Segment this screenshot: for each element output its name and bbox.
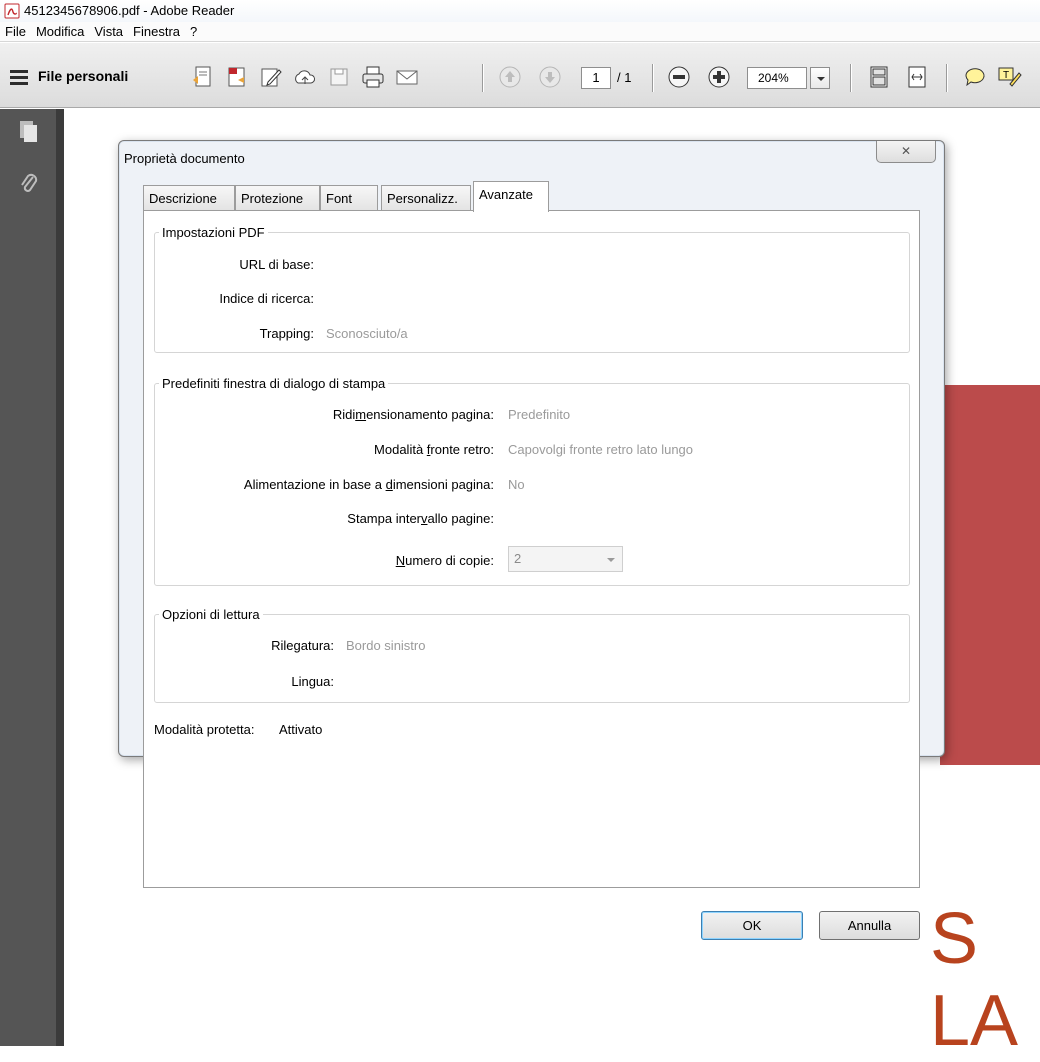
next-page-icon[interactable] xyxy=(537,64,563,90)
zoom-in-icon[interactable] xyxy=(706,64,732,90)
save-icon[interactable] xyxy=(326,64,352,90)
duplex-mode-label: Modalità fronte retro: xyxy=(374,442,494,457)
window-title: 4512345678906.pdf - Adobe Reader xyxy=(24,3,235,18)
menu-hamburger-icon[interactable] xyxy=(10,70,28,85)
window-titlebar: 4512345678906.pdf - Adobe Reader xyxy=(0,0,1040,22)
cloud-upload-icon[interactable] xyxy=(292,64,318,90)
zoom-dropdown-button[interactable] xyxy=(810,67,830,89)
create-pdf-icon[interactable] xyxy=(190,64,216,90)
comment-icon[interactable] xyxy=(962,64,988,90)
tab-panel-avanzate: Impostazioni PDF URL di base: Indice di … xyxy=(143,210,920,888)
page-scaling-value: Predefinito xyxy=(508,407,571,422)
zoom-out-icon[interactable] xyxy=(666,64,692,90)
toolbar: File personali 1 / 1 204% T xyxy=(0,43,1040,108)
export-pdf-icon[interactable] xyxy=(224,64,250,90)
fit-page-icon[interactable] xyxy=(866,64,892,90)
navigation-pane xyxy=(0,109,64,1046)
page-number-input[interactable]: 1 xyxy=(581,67,611,89)
ok-button[interactable]: OK xyxy=(701,911,803,940)
trapping-value: Sconosciuto/a xyxy=(326,326,408,341)
dialog-title: Proprietà documento xyxy=(124,151,245,166)
paper-source-value: No xyxy=(508,477,525,492)
print-icon[interactable] xyxy=(360,64,386,90)
binding-label: Rilegatura: xyxy=(271,638,334,653)
tab-avanzate[interactable]: Avanzate xyxy=(473,181,549,212)
paper-source-label: Alimentazione in base a dimensioni pagin… xyxy=(243,477,494,492)
tab-descrizione[interactable]: Descrizione xyxy=(143,185,235,211)
reading-options-legend: Opzioni di lettura xyxy=(162,607,260,622)
language-label: Lingua: xyxy=(291,674,334,689)
zoom-level-input[interactable]: 204% xyxy=(747,67,807,89)
highlight-icon[interactable]: T xyxy=(996,64,1022,90)
email-icon[interactable] xyxy=(394,64,420,90)
close-icon[interactable]: ✕ xyxy=(876,141,936,163)
tab-personalizz[interactable]: Personalizz. xyxy=(381,185,471,211)
menu-finestra[interactable]: Finestra xyxy=(128,22,185,39)
pdf-settings-legend: Impostazioni PDF xyxy=(162,225,265,240)
previous-page-icon[interactable] xyxy=(497,64,523,90)
menu-bar: File Modifica Vista Finestra? xyxy=(0,22,1040,42)
print-presets-legend: Predefiniti finestra di dialogo di stamp… xyxy=(162,376,386,391)
menu-modifica[interactable]: Modifica xyxy=(31,22,89,39)
tab-protezione[interactable]: Protezione xyxy=(235,185,320,211)
menu-file[interactable]: File xyxy=(0,22,31,39)
trapping-label: Trapping: xyxy=(259,326,314,341)
tab-font[interactable]: Font xyxy=(320,185,378,211)
print-range-label: Stampa intervallo pagine: xyxy=(347,511,494,526)
menu-vista[interactable]: Vista xyxy=(89,22,128,39)
menu-help[interactable]: ? xyxy=(185,22,202,39)
protected-mode-label: Modalità protetta: xyxy=(154,722,255,737)
attachments-icon[interactable] xyxy=(18,171,40,197)
copies-select[interactable]: 2 xyxy=(508,546,623,572)
base-url-label: URL di base: xyxy=(239,257,314,272)
copies-label: Numero di copie: xyxy=(395,553,494,568)
my-files-button[interactable]: File personali xyxy=(38,68,128,84)
binding-value: Bordo sinistro xyxy=(346,638,426,653)
svg-text:T: T xyxy=(1003,70,1009,81)
page-thumbnails-icon[interactable] xyxy=(18,119,40,145)
edit-pdf-icon[interactable] xyxy=(258,64,284,90)
search-index-label: Indice di ricerca: xyxy=(219,291,314,306)
cancel-button[interactable]: Annulla xyxy=(819,911,920,940)
page-total: / 1 xyxy=(617,70,632,85)
pdf-file-icon xyxy=(4,3,20,19)
document-red-block xyxy=(940,385,1040,765)
duplex-mode-value: Capovolgi fronte retro lato lungo xyxy=(508,442,694,457)
page-scaling-label: Ridimensionamento pagina: xyxy=(332,407,494,422)
fit-width-icon[interactable] xyxy=(904,64,930,90)
protected-mode-value: Attivato xyxy=(279,722,323,737)
document-heading-text: S LA xyxy=(930,899,1019,1061)
